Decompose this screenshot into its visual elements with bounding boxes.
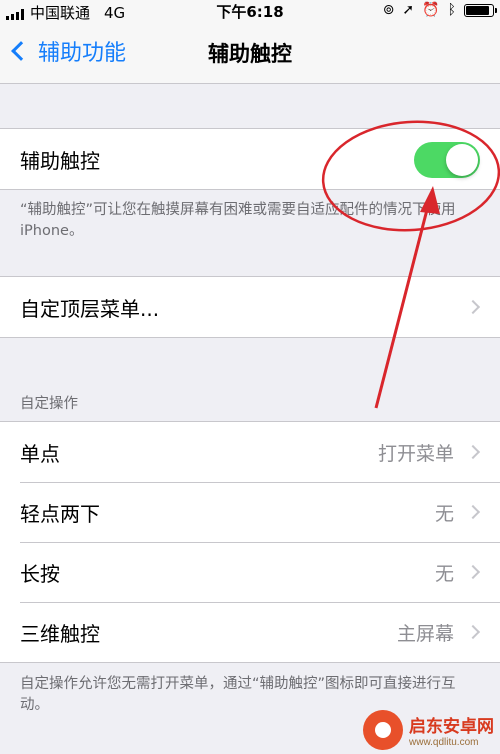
custom-action-row-single-tap[interactable]: 单点 打开菜单: [0, 422, 500, 482]
custom-action-row-long-press[interactable]: 长按 无: [0, 542, 500, 602]
top-menu-row[interactable]: 自定顶层菜单...: [0, 277, 500, 337]
status-right: ⊚ ➚ ⏰ ᛒ: [382, 2, 497, 18]
chevron-right-icon: [465, 504, 481, 520]
custom-action-label: 三维触控: [20, 621, 100, 646]
assistive-touch-toggle[interactable]: [414, 142, 480, 178]
watermark: 启东安卓网 www.qdlitu.com: [363, 710, 494, 750]
custom-action-label: 单点: [20, 441, 60, 466]
assistive-touch-row: 辅助触控: [0, 129, 500, 189]
watermark-url: www.qdlitu.com: [409, 737, 479, 748]
chevron-right-icon: [465, 299, 481, 315]
custom-action-value: 无: [434, 562, 454, 585]
custom-action-label: 长按: [20, 561, 60, 586]
chevron-right-icon: [465, 624, 481, 640]
watermark-text: 启东安卓网 www.qdlitu.com: [409, 712, 494, 748]
nav-bar: 辅助功能 辅助触控: [0, 22, 500, 84]
custom-action-row-double-tap[interactable]: 轻点两下 无: [0, 482, 500, 542]
custom-actions-header: 自定操作: [20, 396, 78, 412]
toggle-knob: [446, 144, 478, 176]
custom-action-row-3d-touch[interactable]: 三维触控 主屏幕: [0, 602, 500, 662]
assistive-touch-footnote: “辅助触控”可让您在触摸屏幕有困难或需要自适应配件的情况下使用 iPhone。: [20, 202, 456, 239]
assistive-touch-label: 辅助触控: [20, 148, 100, 173]
chevron-right-icon: [465, 564, 481, 580]
lock-rotation-icon: ⊚: [382, 2, 395, 18]
location-icon: ➚: [402, 2, 415, 18]
watermark-logo-icon: [363, 710, 403, 750]
status-bar: 中国联通 4G 下午6:18 ⊚ ➚ ⏰ ᛒ: [0, 0, 500, 22]
custom-action-value: 无: [434, 502, 454, 525]
custom-action-value: 打开菜单: [377, 442, 454, 465]
alarm-icon: ⏰: [422, 2, 440, 18]
custom-actions-group: 单点 打开菜单 轻点两下 无 长按 无 三维触控 主屏幕: [0, 421, 500, 663]
page-title: 辅助触控: [208, 42, 292, 66]
bluetooth-icon: ᛒ: [447, 2, 456, 18]
custom-action-label: 轻点两下: [20, 501, 100, 526]
top-menu-label: 自定顶层菜单...: [20, 296, 160, 321]
chevron-right-icon: [465, 444, 481, 460]
battery-icon: [464, 3, 497, 17]
assistive-touch-group: 辅助触控: [0, 128, 500, 190]
watermark-title: 启东安卓网: [409, 717, 494, 737]
battery-fill: [466, 5, 490, 15]
custom-action-value: 主屏幕: [396, 622, 454, 645]
top-menu-group: 自定顶层菜单...: [0, 276, 500, 338]
